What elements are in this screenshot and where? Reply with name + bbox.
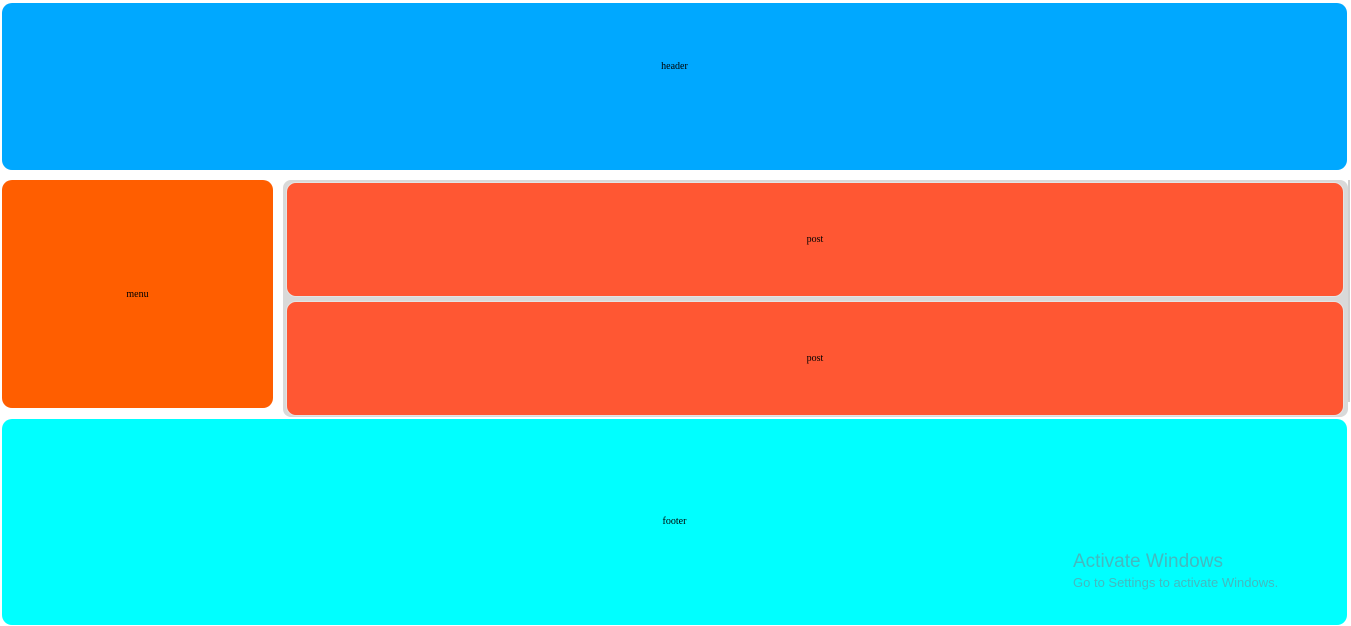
footer: footer [2, 419, 1347, 625]
page: header menu post post footer Activate Wi… [0, 0, 1351, 626]
post-card: post [286, 301, 1344, 416]
menu-label: menu [126, 288, 149, 300]
post-card: post [286, 182, 1344, 297]
scrollbar[interactable] [1348, 180, 1350, 402]
header-label: header [661, 61, 688, 72]
post-label: post [806, 353, 824, 364]
footer-label: footer [662, 516, 687, 527]
header: header [2, 3, 1347, 170]
post-list: post post [283, 180, 1348, 417]
post-label: post [806, 234, 824, 245]
menu: menu [2, 180, 273, 408]
